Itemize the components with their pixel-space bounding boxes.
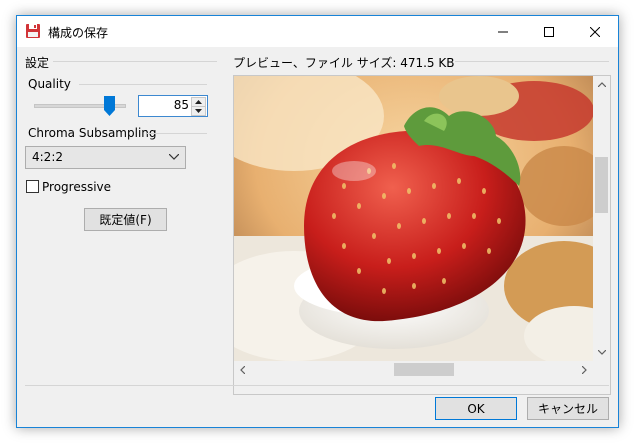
progressive-label[interactable]: Progressive [42,180,111,194]
scroll-up-button[interactable] [593,76,610,93]
arrow-up-icon [195,100,202,104]
chroma-label: Chroma Subsampling [28,126,157,140]
vertical-scroll-thumb[interactable] [595,157,608,213]
title-bar[interactable]: 構成の保存 [17,16,618,47]
quality-spinbox[interactable]: 85 [138,95,208,117]
minimize-button[interactable] [480,16,526,47]
maximize-button[interactable] [526,16,572,47]
chevron-down-icon [597,350,606,355]
quality-value[interactable]: 85 [174,98,189,112]
cancel-label: キャンセル [537,402,598,416]
settings-group-label: 設定 [25,56,50,70]
preview-pane[interactable] [233,75,611,395]
floppy-disk-icon [26,24,40,38]
close-icon [590,26,600,37]
preview-divider [455,61,609,62]
minimize-icon [498,31,508,32]
strawberry-preview-image [234,76,593,361]
preview-vertical-scrollbar[interactable] [593,76,610,361]
footer-divider [25,385,609,386]
quality-slider-thumb[interactable] [104,96,115,116]
maximize-icon [544,26,554,37]
scroll-left-button[interactable] [234,361,251,378]
close-button[interactable] [572,16,618,47]
ok-button[interactable]: OK [435,397,517,420]
default-values-label: 既定値(F) [99,213,152,227]
chroma-subsampling-select[interactable]: 4:2:2 [25,146,186,169]
progressive-checkbox[interactable] [26,180,39,193]
save-config-dialog: 構成の保存 設定 Quality 85 Chroma Subsampling 4… [16,15,619,428]
quality-label: Quality [28,77,71,91]
chevron-right-icon [582,365,587,374]
quality-spin-down[interactable] [191,106,206,116]
arrow-down-icon [195,109,202,113]
scroll-down-button[interactable] [593,344,610,361]
preview-horizontal-scrollbar[interactable] [234,361,593,378]
default-values-button[interactable]: 既定値(F) [84,208,167,231]
chevron-down-icon [169,154,179,160]
scroll-right-button[interactable] [576,361,593,378]
window-title: 構成の保存 [48,26,109,40]
horizontal-scroll-thumb[interactable] [394,363,454,376]
settings-divider [53,61,217,62]
chroma-selected-value: 4:2:2 [32,150,63,164]
scrollbar-corner [593,361,610,378]
chevron-left-icon [240,365,245,374]
cancel-button[interactable]: キャンセル [527,397,609,420]
quality-divider [79,84,207,85]
chevron-up-icon [597,82,606,87]
chroma-divider [147,133,207,134]
ok-label: OK [467,401,485,416]
preview-label: プレビュー、ファイル サイズ: 471.5 KB [233,56,455,70]
